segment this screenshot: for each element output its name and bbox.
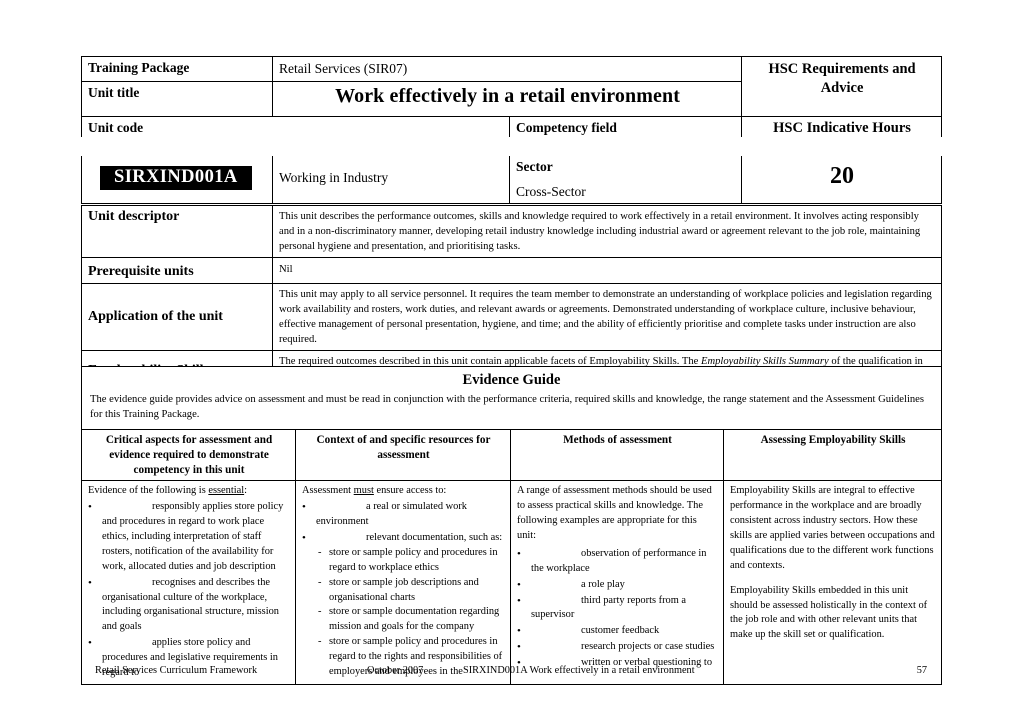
footer-date: October 2007 bbox=[367, 665, 424, 676]
prerequisite-units-text: Nil bbox=[272, 257, 942, 285]
unit-title-value: Work effectively in a retail environment bbox=[272, 80, 743, 117]
unit-code-label: Unit code bbox=[80, 115, 511, 137]
competency-field-value: Working in Industry bbox=[279, 170, 389, 185]
list-item: store or sample documentation regarding … bbox=[316, 605, 505, 635]
evidence-col-critical-aspects: Evidence of the following is essential: … bbox=[81, 480, 296, 685]
hsc-indicative-hours-value: 20 bbox=[830, 163, 854, 189]
sector-label: Sector bbox=[516, 159, 553, 174]
list-item: store or sample policy and procedures in… bbox=[316, 546, 505, 576]
col1-intro-underline: essential bbox=[208, 485, 245, 497]
col3-bullet-list: observation of performance in the workpl… bbox=[517, 547, 718, 672]
col2-intro-underline: must bbox=[353, 485, 374, 497]
training-package-row: Training Package Retail Services (SIR07)… bbox=[80, 56, 943, 117]
evidence-col-methods: A range of assessment methods should be … bbox=[510, 480, 724, 685]
list-item: customer feedback bbox=[517, 624, 718, 640]
footer-framework: Retail Services Curriculum Framework bbox=[95, 665, 258, 676]
list-item: store or sample job descriptions and org… bbox=[316, 576, 505, 606]
col1-intro: Evidence of the following is essential: bbox=[88, 484, 290, 499]
application-text: This unit may apply to all service perso… bbox=[272, 283, 942, 352]
list-item: recognises and describes the organisatio… bbox=[88, 576, 290, 636]
evidence-guide-column-headers: Critical aspects for assessment and evid… bbox=[81, 428, 942, 482]
training-package-label: Training Package bbox=[80, 56, 274, 82]
evidence-guide-header-cell: Evidence Guide The evidence guide provid… bbox=[81, 366, 942, 430]
application-of-unit-row: Application of the unit This unit may ap… bbox=[81, 283, 942, 352]
col1-intro-part2: : bbox=[244, 485, 248, 497]
column-header-assessing-employability: Assessing Employability Skills bbox=[723, 428, 942, 482]
sector-cell: Sector Cross-Sector bbox=[509, 156, 742, 204]
prerequisite-units-label: Prerequisite units bbox=[81, 257, 273, 285]
col3-intro: A range of assessment methods should be … bbox=[517, 485, 712, 542]
col4-para2: Employability Skills embedded in this un… bbox=[730, 584, 928, 641]
unit-code-cell: SIRXIND001A bbox=[81, 156, 273, 204]
competency-field-label: Competency field bbox=[509, 115, 743, 137]
unit-code-badge: SIRXIND001A bbox=[100, 166, 252, 190]
unit-descriptor-table: Unit descriptor This unit describes the … bbox=[81, 204, 942, 389]
training-package-value: Retail Services (SIR07) bbox=[272, 56, 743, 82]
col1-bullet-list: responsibly applies store policy and pro… bbox=[88, 500, 290, 681]
col2-intro: Assessment must ensure access to: bbox=[302, 484, 505, 499]
hsc-indicative-hours-label: HSC Indicative Hours bbox=[741, 115, 943, 137]
column-header-critical-aspects: Critical aspects for assessment and evid… bbox=[81, 428, 296, 482]
page-footer: Retail Services Curriculum Framework Oct… bbox=[95, 665, 927, 676]
col2-bullet-list: a real or simulated work environment rel… bbox=[302, 500, 505, 546]
list-item: responsibly applies store policy and pro… bbox=[88, 500, 290, 574]
evidence-guide-title: Evidence Guide bbox=[462, 372, 561, 388]
evidence-guide-table: Evidence Guide The evidence guide provid… bbox=[81, 366, 942, 685]
hsc-requirements-title: HSC Requirements and Advice bbox=[741, 56, 943, 117]
footer-unit: SIRXIND001A Work effectively in a retail… bbox=[463, 665, 695, 676]
evidence-col-assessing-employability: Employability Skills are integral to eff… bbox=[723, 480, 942, 685]
evidence-guide-intro: The evidence guide provides advice on as… bbox=[90, 394, 925, 421]
evidence-guide-header-row: Evidence Guide The evidence guide provid… bbox=[81, 366, 942, 430]
unit-code-label-row: Unit code Competency field HSC Indicativ… bbox=[80, 115, 943, 137]
list-item: relevant documentation, such as: bbox=[302, 531, 505, 547]
list-item: a role play bbox=[517, 578, 718, 594]
prerequisite-units-row: Prerequisite units Nil bbox=[81, 257, 942, 285]
application-label: Application of the unit bbox=[81, 283, 273, 352]
column-header-context-resources: Context of and specific resources for as… bbox=[295, 428, 511, 482]
col4-para1: Employability Skills are integral to eff… bbox=[730, 485, 935, 571]
document-page: Training Package Retail Services (SIR07)… bbox=[0, 0, 1020, 720]
unit-header-table: Training Package Retail Services (SIR07)… bbox=[80, 56, 943, 137]
col2-intro-part1: Assessment bbox=[302, 485, 354, 497]
column-header-methods: Methods of assessment bbox=[510, 428, 724, 482]
list-item: research projects or case studies bbox=[517, 640, 718, 656]
hsc-hours-cell: 20 bbox=[741, 156, 942, 204]
list-item: third party reports from a supervisor bbox=[517, 594, 718, 624]
competency-field-cell: Working in Industry bbox=[272, 156, 510, 204]
unit-descriptor-label: Unit descriptor bbox=[81, 204, 273, 259]
col1-intro-part1: Evidence of the following is bbox=[88, 485, 209, 497]
sector-value: Cross-Sector bbox=[516, 184, 586, 199]
col2-subbullet-list: store or sample policy and procedures in… bbox=[302, 546, 505, 680]
footer-page-number: 57 bbox=[916, 665, 927, 676]
evidence-col-context-resources: Assessment must ensure access to: a real… bbox=[295, 480, 511, 685]
unit-descriptor-row: Unit descriptor This unit describes the … bbox=[81, 204, 942, 259]
unit-code-row: SIRXIND001A Working in Industry Sector C… bbox=[81, 156, 942, 204]
col2-intro-part2: ensure access to: bbox=[373, 485, 447, 497]
unit-code-table: SIRXIND001A Working in Industry Sector C… bbox=[81, 156, 942, 204]
list-item: observation of performance in the workpl… bbox=[517, 547, 718, 577]
unit-descriptor-text: This unit describes the performance outc… bbox=[272, 204, 942, 259]
evidence-guide-content-row: Evidence of the following is essential: … bbox=[81, 480, 942, 685]
list-item: a real or simulated work environment bbox=[302, 500, 505, 530]
unit-title-label: Unit title bbox=[80, 80, 274, 117]
